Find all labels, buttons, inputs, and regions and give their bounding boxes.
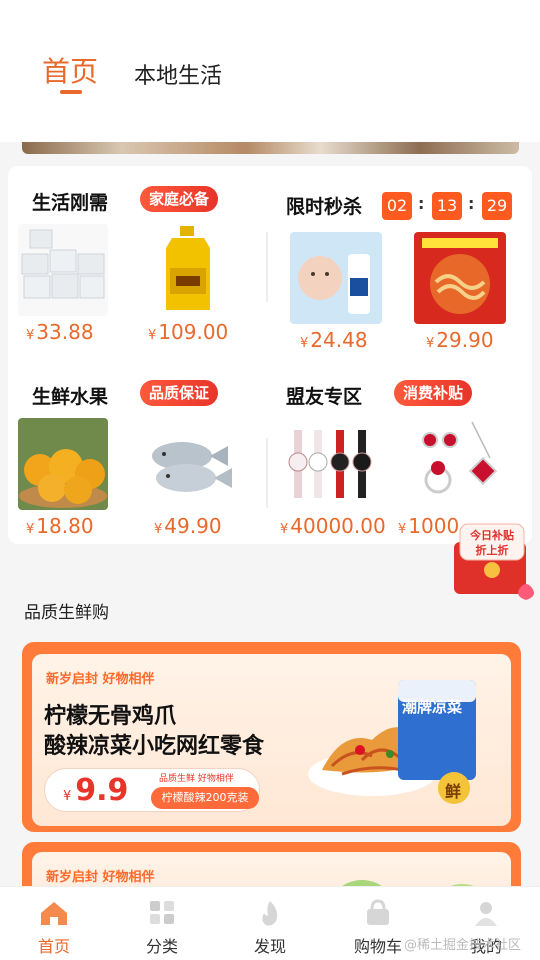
promo-tag: 新岁启封 好物相伴 [46, 672, 155, 687]
timer-seconds: 29 [482, 192, 512, 220]
product-image-jewelry[interactable] [410, 418, 504, 510]
promo-spec-pill: 柠檬酸辣200克装 [151, 787, 259, 809]
discover-icon [262, 901, 278, 926]
timer-minutes: 13 [432, 192, 462, 220]
badge-quality: 品质保证 [140, 380, 219, 406]
price-fresh-2: ¥49.90 [154, 514, 222, 538]
nav-label-discover: 发现 [253, 937, 286, 956]
product-image-tissue[interactable] [18, 224, 108, 316]
tab-active-indicator [60, 90, 82, 94]
divider [266, 232, 268, 302]
section-title-partner[interactable]: 盟友专区 [286, 382, 362, 409]
section-heading-quality: 品质生鲜购 [24, 603, 109, 623]
float-label-2: 折上折 [475, 544, 509, 557]
timer-colon: : [418, 194, 425, 213]
tab-home[interactable]: 首页 [42, 50, 98, 90]
user-icon [475, 902, 497, 926]
promo2-tag: 新岁启封 好物相伴 [46, 870, 155, 885]
daily-subsidy-float-button[interactable]: 今日补贴 折上折 [446, 522, 538, 602]
promo-seal: 鲜 [445, 782, 462, 801]
divider [266, 438, 268, 508]
timer-hours: 02 [382, 192, 412, 220]
banner-image[interactable] [22, 142, 519, 154]
nav-label-category: 分类 [145, 937, 178, 956]
badge-family: 家庭必备 [140, 186, 219, 212]
section-title-flash[interactable]: 限时秒杀 [286, 192, 362, 219]
home-icon [41, 902, 67, 925]
watermark: @稀土掘金技术社区 [404, 938, 522, 953]
product-image-baby[interactable] [290, 232, 382, 324]
timer-colon: : [468, 194, 475, 213]
nav-discover[interactable]: 发现 [216, 887, 324, 960]
promo-card[interactable]: 新岁启封 好物相伴 柠檬无骨鸡爪 酸辣凉菜小吃网红零食 ¥9.9 品质生鲜 好物… [22, 642, 521, 832]
price-flash-2: ¥29.90 [426, 328, 494, 352]
badge-subsidy: 消费补贴 [394, 380, 473, 406]
price-partner-1: ¥40000.00 [280, 514, 386, 538]
product-image-watches[interactable] [284, 418, 378, 510]
product-image-oranges[interactable] [18, 418, 108, 510]
product-image-oil[interactable] [142, 224, 234, 316]
price-flash-1: ¥24.48 [300, 328, 368, 352]
tab-local-life[interactable]: 本地生活 [134, 58, 222, 90]
promo-title-line2: 酸辣凉菜小吃网红零食 [44, 734, 265, 759]
nav-category[interactable]: 分类 [108, 887, 216, 960]
product-image-noodles[interactable] [414, 232, 506, 324]
category-icon [150, 901, 174, 924]
promo-product-label: 潮牌凉菜 [402, 698, 463, 716]
promo-price-bar: ¥9.9 品质生鲜 好物相伴 柠檬酸辣200克装 [44, 768, 260, 812]
product-image-fish[interactable] [142, 418, 234, 510]
section-title-life[interactable]: 生活刚需 [32, 188, 108, 215]
promo-price: ¥9.9 [63, 773, 129, 808]
promo-title-line1: 柠檬无骨鸡爪 [44, 704, 177, 729]
float-label-1: 今日补贴 [470, 529, 514, 542]
price-life-2: ¥109.00 [148, 320, 229, 344]
nav-home[interactable]: 首页 [0, 887, 108, 960]
product-grid-card: 生活刚需 家庭必备 ¥33.88 ¥109.00 限时秒杀 02 : 13 : … [8, 166, 532, 544]
section-title-fresh[interactable]: 生鲜水果 [32, 382, 108, 409]
promo-subtitle: 品质生鲜 好物相伴 [159, 774, 234, 784]
price-life-1: ¥33.88 [26, 320, 94, 344]
cart-icon [367, 899, 389, 925]
nav-label-home: 首页 [37, 937, 70, 956]
price-fresh-1: ¥18.80 [26, 514, 94, 538]
promo-card-inner: 新岁启封 好物相伴 柠檬无骨鸡爪 酸辣凉菜小吃网红零食 ¥9.9 品质生鲜 好物… [32, 654, 511, 826]
top-tab-bar: 首页 本地生活 [0, 0, 540, 142]
